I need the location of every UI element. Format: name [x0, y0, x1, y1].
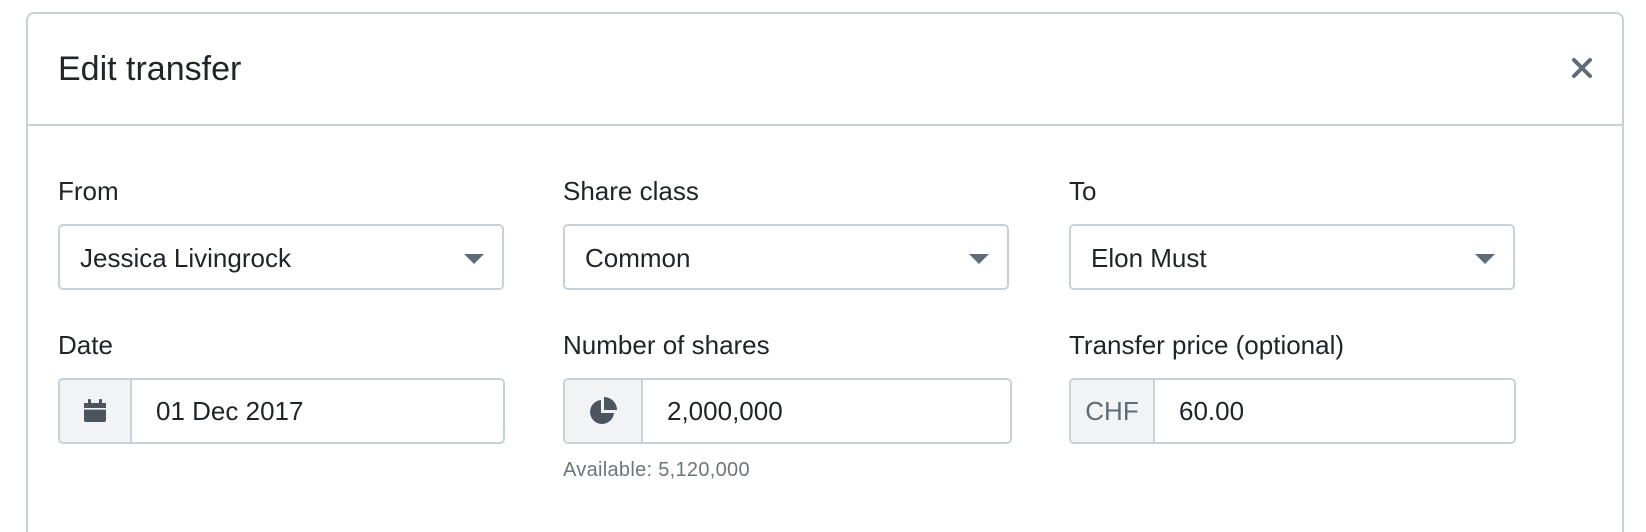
- close-icon[interactable]: [1564, 50, 1600, 86]
- shares-label: Number of shares: [563, 330, 770, 360]
- share-class-field: Share class Common: [563, 178, 1011, 298]
- date-label: Date: [58, 330, 113, 360]
- from-select-value: Jessica Livingrock: [80, 243, 291, 273]
- share-class-select[interactable]: Common: [563, 224, 1009, 290]
- shares-input-group: [563, 378, 1012, 444]
- date-field: Date: [58, 332, 506, 452]
- share-class-select-value: Common: [585, 243, 691, 273]
- date-input[interactable]: [132, 380, 503, 442]
- currency-addon: CHF: [1071, 380, 1155, 442]
- pie-chart-icon: [590, 397, 617, 424]
- date-addon: [60, 380, 132, 442]
- available-shares-help: Available: 5,120,000: [563, 459, 750, 481]
- chevron-down-icon: [464, 254, 484, 264]
- chevron-down-icon: [1475, 254, 1495, 264]
- shares-addon: [565, 380, 643, 442]
- transfer-price-input[interactable]: [1155, 380, 1514, 442]
- to-label: To: [1069, 176, 1097, 206]
- calendar-icon: [84, 399, 106, 422]
- shares-input[interactable]: [643, 380, 1010, 442]
- from-field: From Jessica Livingrock: [58, 178, 506, 298]
- to-field: To Elon Must: [1069, 178, 1517, 298]
- date-input-group: [58, 378, 505, 444]
- transfer-price-field: Transfer price (optional) CHF: [1069, 332, 1517, 452]
- share-class-label: Share class: [563, 176, 699, 206]
- to-select[interactable]: Elon Must: [1069, 224, 1515, 290]
- to-select-value: Elon Must: [1091, 243, 1207, 273]
- from-label: From: [58, 176, 119, 206]
- transfer-price-input-group: CHF: [1069, 378, 1516, 444]
- modal-title: Edit transfer: [58, 50, 242, 88]
- from-select[interactable]: Jessica Livingrock: [58, 224, 504, 290]
- modal-header: Edit transfer: [28, 14, 1622, 126]
- shares-field: Number of shares Available: 5,120,000: [563, 332, 1013, 492]
- chevron-down-icon: [969, 254, 989, 264]
- transfer-price-label: Transfer price (optional): [1069, 330, 1345, 360]
- edit-transfer-modal: Edit transfer From Jessica Livingrock Sh…: [26, 12, 1624, 532]
